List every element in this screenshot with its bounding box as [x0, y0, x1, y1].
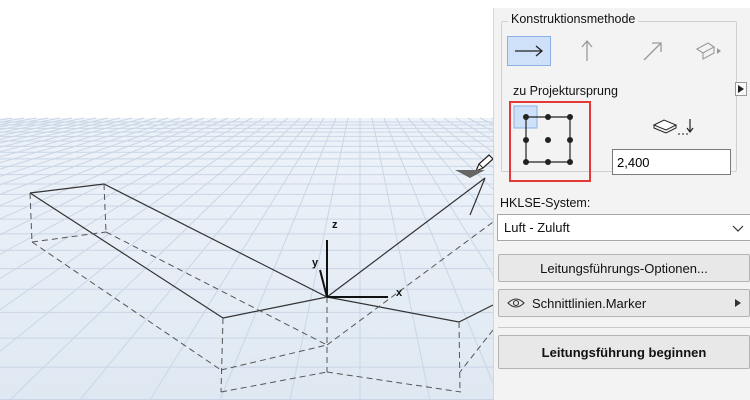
- method-angled-button[interactable]: [631, 36, 675, 66]
- start-routing-button[interactable]: Leitungsführung beginnen: [498, 335, 750, 369]
- axis-x-label: x: [396, 287, 403, 299]
- start-routing-label: Leitungsführung beginnen: [541, 344, 707, 360]
- elevation-input[interactable]: [612, 149, 731, 175]
- arrow-diagonal-icon: [643, 42, 662, 61]
- duct-routing-panel: Konstruktionsmethode zu Projektursprung: [493, 8, 750, 400]
- eye-icon: [507, 298, 525, 308]
- method-slope-button[interactable]: [687, 36, 731, 66]
- triangle-right-icon: [735, 299, 741, 307]
- arrow-right-icon: [515, 45, 544, 57]
- section-marker-label: Schnittlinien.Marker: [532, 295, 647, 311]
- origin-label: zu Projektursprung: [513, 84, 618, 98]
- slope-method-icon: [695, 42, 721, 60]
- axis-z-label: z: [332, 219, 338, 231]
- elevation-icon: [652, 119, 694, 135]
- anchor-point-selector[interactable]: [513, 105, 583, 174]
- section-marker-row[interactable]: Schnittlinien.Marker: [498, 289, 750, 317]
- axis-y-label: y: [312, 257, 319, 269]
- system-label: HKLSE-System:: [500, 196, 591, 210]
- routing-options-button[interactable]: Leitungsführungs-Optionen...: [498, 254, 750, 282]
- separator: [498, 327, 750, 328]
- routing-options-label: Leitungsführungs-Optionen...: [540, 260, 708, 276]
- system-dropdown-value: Luft - Zuluft: [504, 220, 570, 235]
- method-vertical-button[interactable]: [565, 36, 609, 66]
- method-straight-button[interactable]: [507, 36, 551, 66]
- expand-arrow-button[interactable]: [735, 82, 747, 96]
- arrow-up-icon: [581, 39, 593, 61]
- construction-method-title: Konstruktionsmethode: [508, 12, 639, 26]
- system-dropdown[interactable]: Luft - Zuluft: [497, 214, 750, 241]
- chevron-down-icon: [732, 225, 744, 232]
- triangle-right-icon: [738, 85, 744, 93]
